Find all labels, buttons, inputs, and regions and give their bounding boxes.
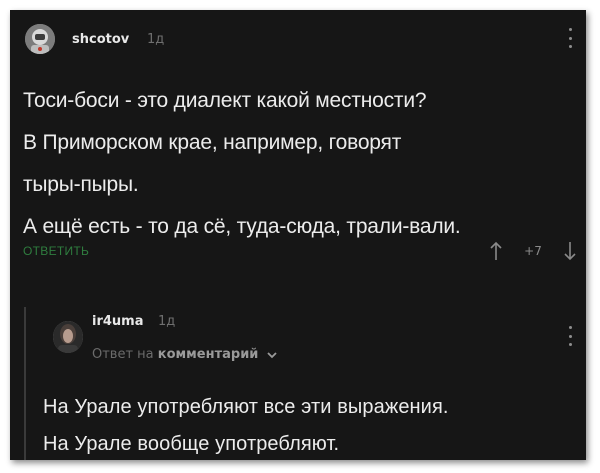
comment-line: тыры-пыры. [23,173,139,196]
comment-line: На Урале вообще употребляют. [43,433,340,455]
comment-line: На Урале употребляют все эти выражения. [43,396,449,418]
comment-body: Тоси-боси - это диалект какой местности?… [23,80,573,248]
vote-controls: +7 [488,238,578,264]
thread-indent-line [24,307,26,460]
more-options-icon[interactable] [566,28,574,48]
chevron-down-icon[interactable] [266,351,277,359]
comment-line: Тоси-боси - это диалект какой местности? [23,89,427,112]
downvote-arrow-icon[interactable] [562,240,578,262]
avatar[interactable] [25,24,55,54]
reply-to-target[interactable]: комментарий [158,347,259,362]
comment-username[interactable]: ir4uma [92,314,144,329]
avatar[interactable] [53,321,83,353]
avatar-astronaut-icon [25,24,55,54]
comment-username[interactable]: shcotov [72,32,129,47]
avatar-photo-icon [53,321,83,353]
comment-timestamp: 1д [158,314,176,329]
more-options-icon[interactable] [566,326,574,346]
screenshot-frame: shcotov 1д Тоси-боси - это диалект какой… [10,10,586,460]
comment-line: В Приморском крае, например, говорят [23,131,402,154]
reply-to-info[interactable]: Ответ на комментарий [92,347,277,362]
upvote-arrow-icon[interactable] [488,240,504,262]
reply-to-prefix: Ответ на [92,347,154,362]
vote-count: +7 [524,244,542,258]
comment-body: На Урале употребляют все эти выражения. … [43,389,583,460]
comment-timestamp: 1д [147,32,165,47]
reply-button[interactable]: ОТВЕТИТЬ [23,244,89,258]
